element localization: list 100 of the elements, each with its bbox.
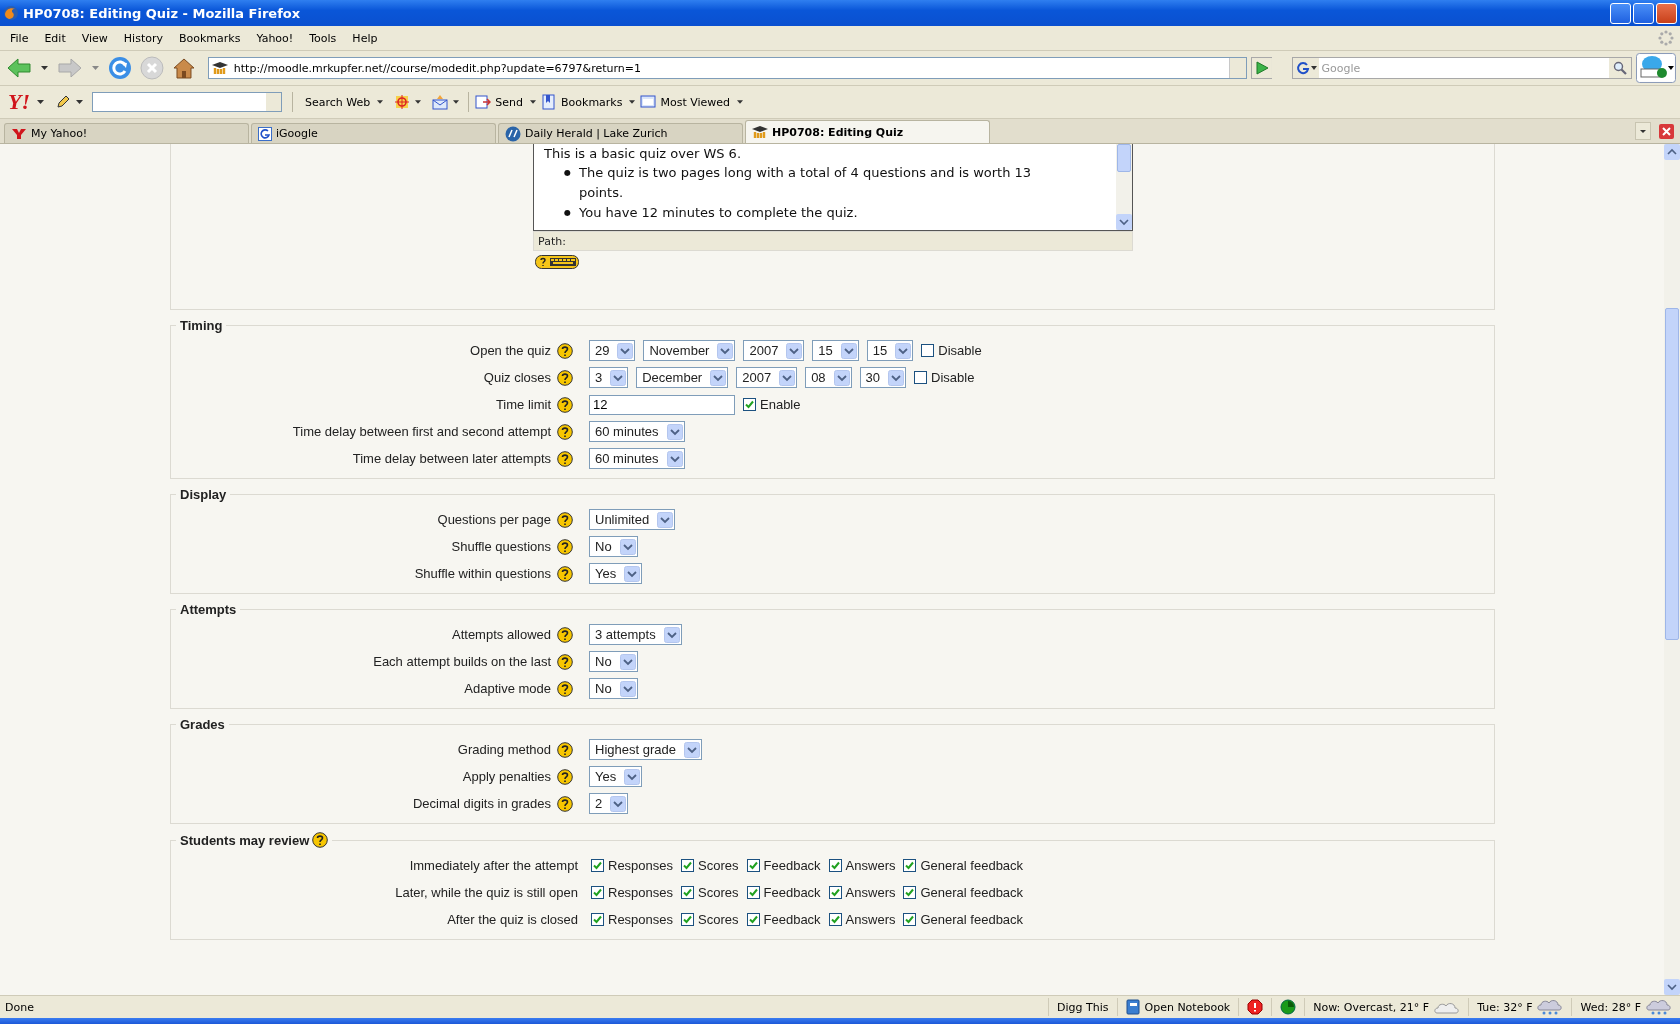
- send-icon[interactable]: [475, 94, 492, 110]
- home-icon[interactable]: [171, 56, 196, 80]
- checkbox[interactable]: [746, 886, 760, 899]
- help-icon[interactable]: [557, 396, 573, 413]
- alert-icon[interactable]: [1247, 999, 1264, 1015]
- checkbox[interactable]: [903, 913, 917, 926]
- dropdown[interactable]: 3: [589, 367, 629, 388]
- checkbox[interactable]: [681, 886, 695, 899]
- keyboard-help-icon[interactable]: [535, 255, 579, 269]
- back-icon[interactable]: [6, 57, 32, 79]
- help-icon[interactable]: [312, 832, 329, 848]
- checkbox[interactable]: [828, 886, 842, 899]
- caret-icon[interactable]: [530, 100, 536, 104]
- mail-icon[interactable]: [432, 94, 449, 110]
- go-icon[interactable]: [1250, 57, 1273, 79]
- scroll-down-icon[interactable]: [1116, 214, 1132, 230]
- checkbox[interactable]: [681, 913, 695, 926]
- help-icon[interactable]: [557, 423, 573, 440]
- dropdown[interactable]: No: [589, 678, 638, 699]
- dropdown[interactable]: Yes: [589, 766, 643, 787]
- dropdown[interactable]: No: [589, 536, 638, 557]
- close-button[interactable]: [1656, 2, 1677, 24]
- yahoo-search-field[interactable]: [92, 92, 282, 112]
- dropdown[interactable]: Unlimited: [589, 509, 676, 530]
- scroll-thumb[interactable]: [1665, 308, 1679, 640]
- dropdown[interactable]: 15: [812, 340, 859, 361]
- browser-tab[interactable]: Daily Herald | Lake Zurich: [498, 123, 743, 143]
- help-icon[interactable]: [557, 369, 573, 386]
- help-icon[interactable]: [557, 741, 573, 758]
- dropdown[interactable]: December: [636, 367, 729, 388]
- scroll-thumb[interactable]: [1117, 144, 1131, 172]
- help-icon[interactable]: [557, 680, 573, 697]
- text-editor[interactable]: This is a basic quiz over WS 6. ● The quiz is two pages long with a total of 4 questions and is worth 13 points. ● You have 12 minutes to complete the quiz.: [533, 144, 1133, 231]
- checkbox[interactable]: [743, 398, 756, 411]
- caret-icon[interactable]: [453, 100, 460, 104]
- checkbox[interactable]: [903, 886, 917, 899]
- help-icon[interactable]: [557, 565, 573, 582]
- help-icon[interactable]: [557, 450, 573, 467]
- menu-item[interactable]: View: [73, 31, 116, 45]
- browser-tab[interactable]: My Yahoo!: [4, 123, 249, 143]
- restore-button[interactable]: [1633, 2, 1654, 24]
- caret-icon[interactable]: [76, 100, 83, 104]
- checkbox[interactable]: [591, 859, 604, 872]
- status-icon[interactable]: [1280, 999, 1297, 1015]
- checkbox[interactable]: [681, 859, 695, 872]
- menu-item[interactable]: File: [2, 31, 37, 45]
- dropdown[interactable]: 2007: [736, 367, 798, 388]
- caret-icon[interactable]: [629, 100, 636, 104]
- notebook-icon[interactable]: [1125, 999, 1140, 1015]
- dropdown[interactable]: 2: [589, 793, 629, 814]
- yahoo-logo[interactable]: Y!: [6, 90, 32, 114]
- dropdown[interactable]: Yes: [589, 563, 643, 584]
- checkbox[interactable]: [746, 913, 760, 926]
- help-icon[interactable]: [557, 342, 573, 359]
- checkbox[interactable]: [914, 371, 928, 384]
- address-field[interactable]: http://moodle.mrkupfer.net//course/modedit.php?update=6797&return=1: [207, 57, 1247, 79]
- checkbox[interactable]: [828, 859, 842, 872]
- checkbox[interactable]: [591, 886, 604, 899]
- help-icon[interactable]: [557, 626, 573, 643]
- menu-item[interactable]: Tools: [301, 31, 345, 45]
- search-icon[interactable]: [1609, 58, 1632, 78]
- menu-item[interactable]: History: [115, 31, 171, 45]
- browser-tab[interactable]: HP0708: Editing Quiz: [745, 120, 990, 143]
- target-icon[interactable]: [394, 94, 411, 110]
- caret-icon[interactable]: [415, 100, 422, 104]
- tab-list-icon[interactable]: [1635, 122, 1651, 140]
- dropdown[interactable]: No: [589, 651, 638, 672]
- dropdown[interactable]: 2007: [743, 340, 805, 361]
- menu-item[interactable]: Help: [344, 31, 386, 45]
- reload-icon[interactable]: [107, 56, 132, 80]
- toolbar-button[interactable]: Bookmarks: [559, 95, 625, 109]
- checkbox[interactable]: [591, 913, 604, 926]
- caret-icon[interactable]: [37, 100, 44, 104]
- dropdown[interactable]: 29: [589, 340, 636, 361]
- status-link[interactable]: Digg This: [1057, 1000, 1109, 1014]
- scroll-down-icon[interactable]: [1664, 979, 1680, 995]
- close-tab-icon[interactable]: [1659, 123, 1674, 139]
- search-engine-icon[interactable]: [1293, 58, 1320, 78]
- dropdown[interactable]: 3 attempts: [589, 624, 682, 645]
- status-link[interactable]: Open Notebook: [1144, 1000, 1231, 1014]
- help-icon[interactable]: [557, 768, 573, 785]
- dropdown[interactable]: 60 minutes: [589, 448, 685, 469]
- dropdown[interactable]: 08: [805, 367, 852, 388]
- caret-icon[interactable]: [377, 100, 384, 104]
- checkbox[interactable]: [828, 913, 842, 926]
- browser-tab[interactable]: iGoogle: [251, 123, 496, 143]
- dropdown[interactable]: 60 minutes: [589, 421, 685, 442]
- menu-item[interactable]: Bookmarks: [171, 31, 249, 45]
- help-icon[interactable]: [557, 538, 573, 555]
- dropdown[interactable]: Highest grade: [589, 739, 702, 760]
- caret-icon[interactable]: [737, 100, 744, 104]
- help-icon[interactable]: [557, 653, 573, 670]
- help-icon[interactable]: [557, 795, 573, 812]
- caret-icon[interactable]: [40, 66, 48, 70]
- toolbar-button[interactable]: Most Viewed: [658, 95, 733, 109]
- scroll-up-icon[interactable]: [1664, 144, 1680, 160]
- search-field[interactable]: Google: [1292, 57, 1633, 79]
- text-field[interactable]: 12: [589, 394, 735, 415]
- toolbar-button[interactable]: Send: [493, 95, 525, 109]
- pencil-icon[interactable]: [55, 94, 71, 110]
